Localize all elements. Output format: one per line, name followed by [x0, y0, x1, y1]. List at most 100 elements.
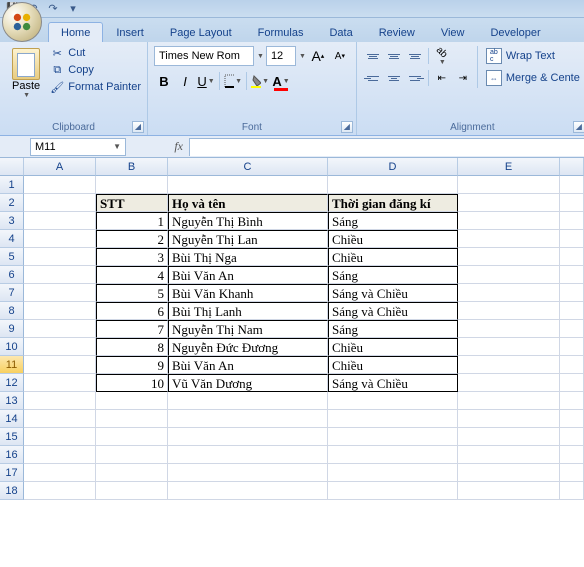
column-header[interactable]: C — [168, 158, 328, 176]
row-header[interactable]: 5 — [0, 248, 24, 266]
cell[interactable] — [168, 176, 328, 194]
table-data-cell[interactable]: 4 — [96, 266, 168, 284]
merge-center-button[interactable]: ⇔ Merge & Cente — [484, 68, 582, 88]
cell[interactable] — [24, 428, 96, 446]
qat-redo-icon[interactable]: ↷ — [44, 1, 62, 17]
align-right-button[interactable] — [405, 68, 425, 88]
increase-indent-button[interactable]: ⇥ — [453, 68, 473, 88]
name-box[interactable]: M11 ▼ — [30, 138, 126, 156]
table-data-cell[interactable]: Bùi Văn An — [168, 266, 328, 284]
italic-button[interactable]: I — [175, 70, 195, 92]
cell[interactable] — [560, 302, 584, 320]
chevron-down-icon[interactable]: ▼ — [113, 142, 121, 151]
table-header-cell[interactable]: Thời gian đăng kí — [328, 194, 458, 212]
table-data-cell[interactable]: 7 — [96, 320, 168, 338]
cell[interactable] — [24, 230, 96, 248]
align-bottom-button[interactable] — [405, 46, 425, 66]
cell[interactable] — [24, 356, 96, 374]
cell[interactable] — [24, 320, 96, 338]
table-data-cell[interactable]: 3 — [96, 248, 168, 266]
cell[interactable] — [560, 392, 584, 410]
tab-review[interactable]: Review — [366, 22, 428, 42]
cell[interactable] — [96, 464, 168, 482]
cell[interactable] — [24, 194, 96, 212]
cell[interactable] — [24, 374, 96, 392]
tab-page-layout[interactable]: Page Layout — [157, 22, 245, 42]
cell[interactable] — [458, 194, 560, 212]
column-header[interactable]: B — [96, 158, 168, 176]
cell[interactable] — [24, 176, 96, 194]
formula-input[interactable] — [189, 138, 584, 156]
row-header[interactable]: 16 — [0, 446, 24, 464]
table-data-cell[interactable]: Nguyễn Thị Lan — [168, 230, 328, 248]
table-data-cell[interactable]: Nguyễn Thị Nam — [168, 320, 328, 338]
chevron-down-icon[interactable]: ▼ — [257, 53, 264, 60]
tab-home[interactable]: Home — [48, 22, 103, 42]
alignment-dialog-launcher[interactable]: ◢ — [573, 121, 584, 133]
cell[interactable] — [458, 338, 560, 356]
grow-font-button[interactable]: A▴ — [308, 46, 328, 66]
table-data-cell[interactable]: Chiều — [328, 338, 458, 356]
cell[interactable] — [96, 446, 168, 464]
cell[interactable] — [328, 428, 458, 446]
wrap-text-button[interactable]: abc Wrap Text — [484, 46, 582, 66]
column-header[interactable]: A — [24, 158, 96, 176]
copy-button[interactable]: ⧉ Copy — [50, 63, 141, 77]
cell[interactable] — [328, 446, 458, 464]
cell[interactable] — [458, 356, 560, 374]
table-data-cell[interactable]: Chiều — [328, 248, 458, 266]
cell[interactable] — [96, 482, 168, 500]
row-header[interactable]: 3 — [0, 212, 24, 230]
paste-button[interactable]: Paste ▼ — [6, 46, 46, 101]
row-header[interactable]: 7 — [0, 284, 24, 302]
tab-formulas[interactable]: Formulas — [245, 22, 317, 42]
cell[interactable] — [560, 374, 584, 392]
qat-customize-icon[interactable]: ▾ — [64, 1, 82, 17]
table-data-cell[interactable]: Chiều — [328, 356, 458, 374]
cell[interactable] — [24, 446, 96, 464]
align-center-button[interactable] — [384, 68, 404, 88]
cell[interactable] — [458, 212, 560, 230]
font-name-select[interactable] — [154, 46, 254, 66]
table-data-cell[interactable]: Bùi Văn An — [168, 356, 328, 374]
table-data-cell[interactable]: Sáng và Chiều — [328, 302, 458, 320]
cell[interactable] — [168, 392, 328, 410]
cell[interactable] — [24, 392, 96, 410]
cell[interactable] — [560, 356, 584, 374]
font-dialog-launcher[interactable]: ◢ — [341, 121, 353, 133]
row-header[interactable]: 10 — [0, 338, 24, 356]
cell[interactable] — [560, 464, 584, 482]
cell[interactable] — [560, 320, 584, 338]
tab-developer[interactable]: Developer — [477, 22, 553, 42]
align-left-button[interactable] — [363, 68, 383, 88]
table-data-cell[interactable]: 8 — [96, 338, 168, 356]
cell[interactable] — [24, 266, 96, 284]
table-data-cell[interactable]: Bùi Thị Nga — [168, 248, 328, 266]
worksheet-grid[interactable]: ABCDE12STTHọ và tênThời gian đăng kí31Ng… — [0, 158, 584, 500]
row-header[interactable]: 9 — [0, 320, 24, 338]
table-data-cell[interactable]: 10 — [96, 374, 168, 392]
cell[interactable] — [168, 446, 328, 464]
cell[interactable] — [168, 482, 328, 500]
cell[interactable] — [458, 266, 560, 284]
cell[interactable] — [328, 410, 458, 428]
cell[interactable] — [24, 212, 96, 230]
row-header[interactable]: 6 — [0, 266, 24, 284]
table-data-cell[interactable]: Chiều — [328, 230, 458, 248]
cell[interactable] — [560, 482, 584, 500]
fx-icon[interactable]: fx — [174, 139, 183, 154]
table-data-cell[interactable]: Bùi Thị Lanh — [168, 302, 328, 320]
cell[interactable] — [458, 374, 560, 392]
cell[interactable] — [560, 284, 584, 302]
table-data-cell[interactable]: 2 — [96, 230, 168, 248]
row-header[interactable]: 13 — [0, 392, 24, 410]
table-data-cell[interactable]: Sáng và Chiều — [328, 374, 458, 392]
cell[interactable] — [96, 176, 168, 194]
cell[interactable] — [560, 428, 584, 446]
cell[interactable] — [328, 392, 458, 410]
row-header[interactable]: 11 — [0, 356, 24, 374]
select-all-corner[interactable] — [0, 158, 24, 176]
cell[interactable] — [24, 284, 96, 302]
cell[interactable] — [560, 230, 584, 248]
row-header[interactable]: 1 — [0, 176, 24, 194]
